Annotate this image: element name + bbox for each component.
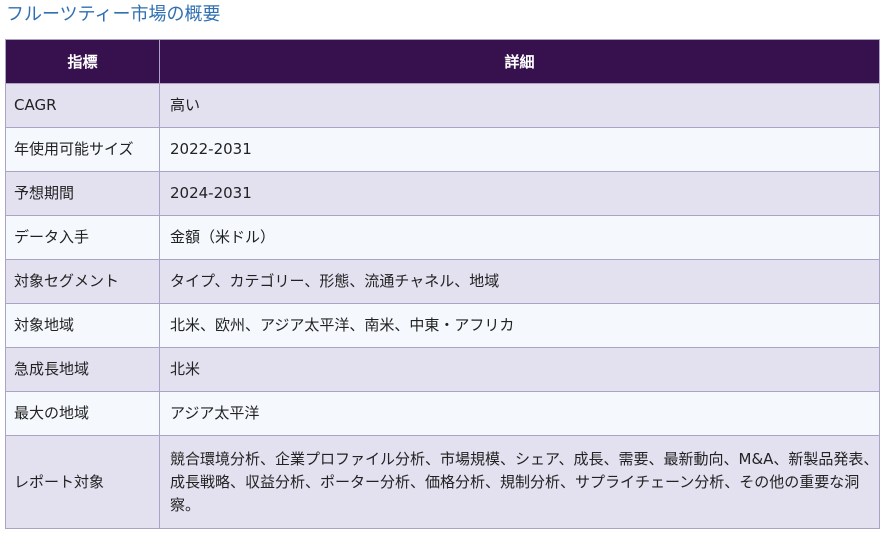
table-row: 急成長地域 北米: [5, 347, 880, 392]
row-detail: タイプ、カテゴリー、形態、流通チャネル、地域: [159, 259, 880, 304]
row-detail: 2022-2031: [159, 127, 880, 172]
row-metric: データ入手: [5, 215, 160, 260]
table-row: 対象セグメント タイプ、カテゴリー、形態、流通チャネル、地域: [5, 259, 880, 304]
row-detail: 北米: [159, 347, 880, 392]
row-detail: 高い: [159, 83, 880, 128]
row-metric: 対象セグメント: [5, 259, 160, 304]
row-metric: 年使用可能サイズ: [5, 127, 160, 172]
table-row: レポート対象 競合環境分析、企業プロファイル分析、市場規模、シェア、成長、需要、…: [5, 435, 880, 529]
row-detail: 2024-2031: [159, 171, 880, 216]
row-metric: 急成長地域: [5, 347, 160, 392]
row-detail: 金額（米ドル）: [159, 215, 880, 260]
row-metric: 最大の地域: [5, 391, 160, 436]
column-header-metric: 指標: [5, 39, 160, 84]
row-detail: アジア太平洋: [159, 391, 880, 436]
row-metric: レポート対象: [5, 435, 160, 529]
table-row: 対象地域 北米、欧州、アジア太平洋、南米、中東・アフリカ: [5, 303, 880, 348]
table-row: データ入手 金額（米ドル）: [5, 215, 880, 260]
row-detail: 北米、欧州、アジア太平洋、南米、中東・アフリカ: [159, 303, 880, 348]
row-metric: 対象地域: [5, 303, 160, 348]
page-title: フルーツティー市場の概要: [6, 4, 221, 25]
market-overview-table: 指標 詳細 CAGR 高い 年使用可能サイズ 2022-2031 予想期間 20…: [5, 39, 880, 529]
table-row: 予想期間 2024-2031: [5, 171, 880, 216]
row-metric: 予想期間: [5, 171, 160, 216]
table-row: 最大の地域 アジア太平洋: [5, 391, 880, 436]
table-header-row: 指標 詳細: [5, 39, 880, 84]
table-row: CAGR 高い: [5, 83, 880, 128]
row-detail: 競合環境分析、企業プロファイル分析、市場規模、シェア、成長、需要、最新動向、M&…: [159, 435, 880, 529]
column-header-detail: 詳細: [159, 39, 880, 84]
table-row: 年使用可能サイズ 2022-2031: [5, 127, 880, 172]
row-metric: CAGR: [5, 83, 160, 128]
